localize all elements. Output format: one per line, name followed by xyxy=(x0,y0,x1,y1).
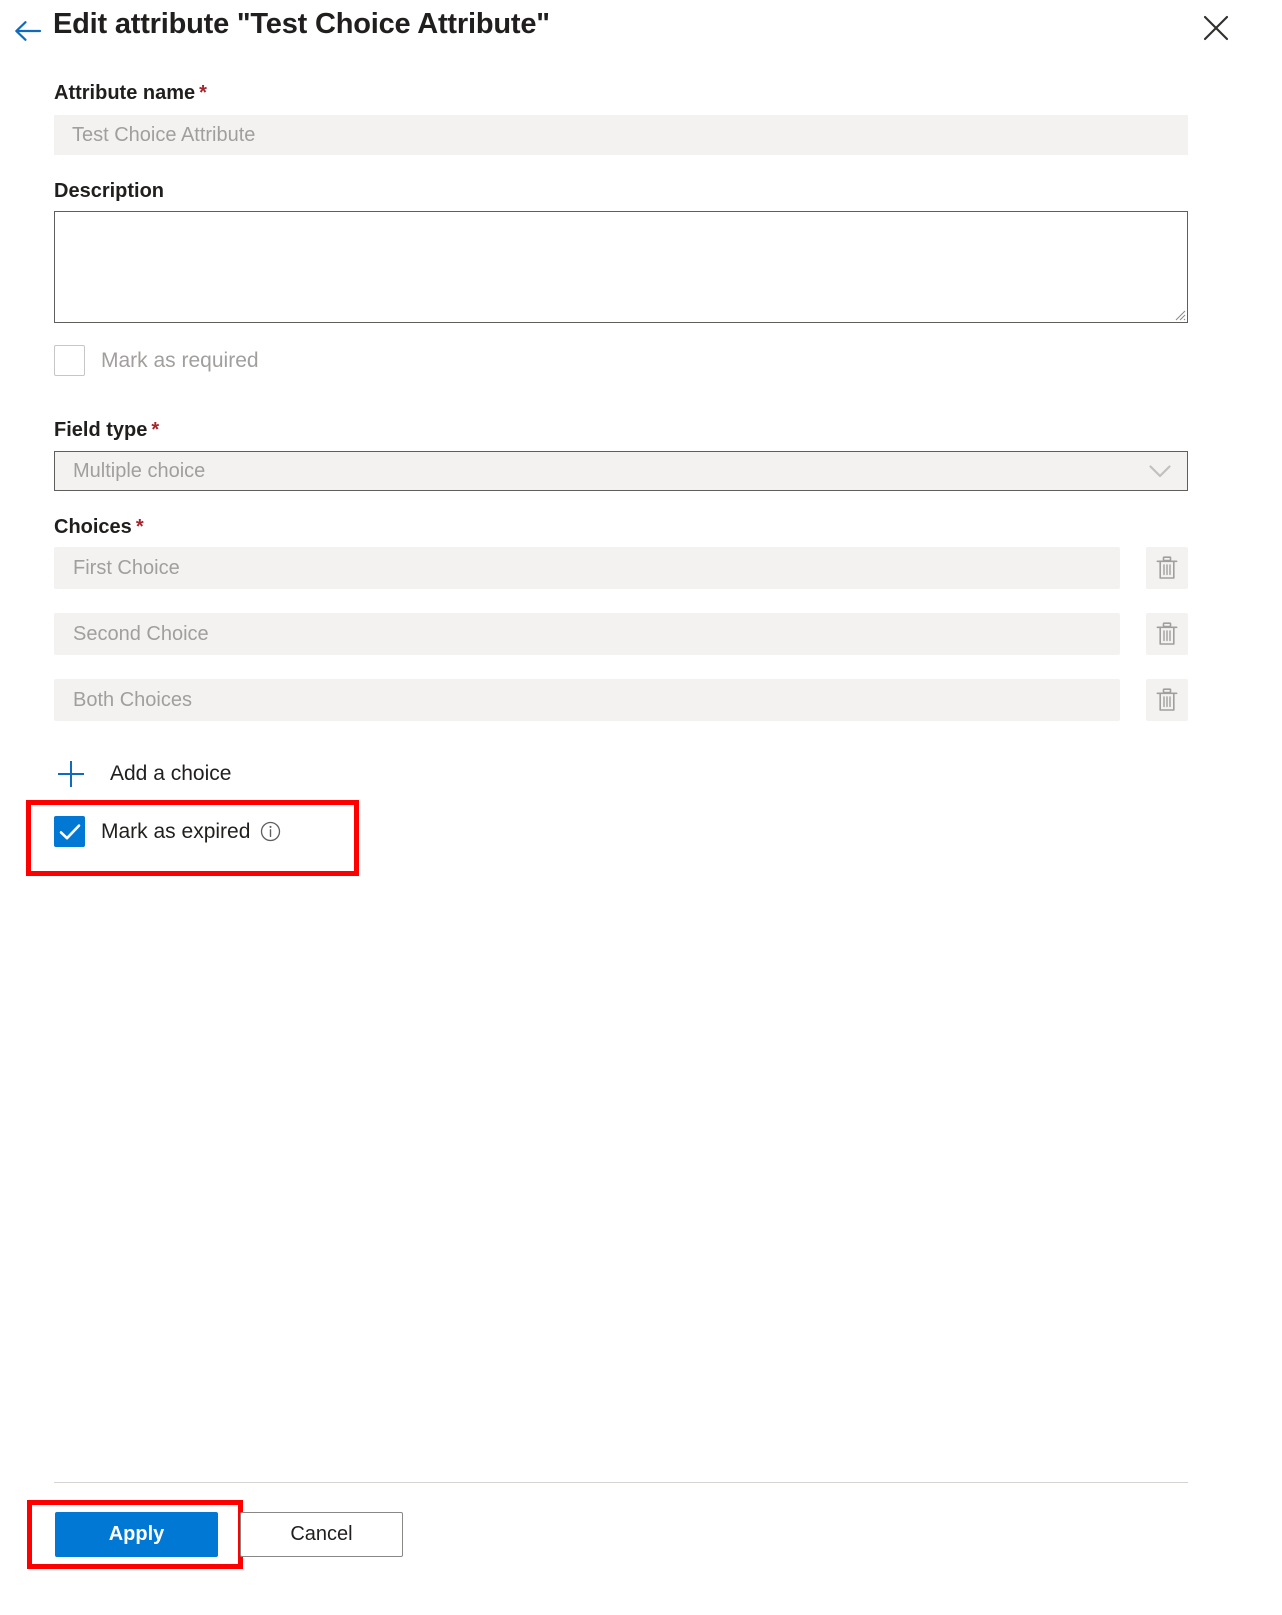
choice-row: First Choice xyxy=(54,547,1188,589)
choices-required-star: * xyxy=(135,516,144,538)
trash-icon[interactable] xyxy=(1146,547,1188,589)
panel-header: Edit attribute "Test Choice Attribute" xyxy=(0,0,1282,62)
mark-as-required-checkbox[interactable] xyxy=(54,345,85,376)
mark-as-expired-row[interactable]: Mark as expired xyxy=(54,816,281,847)
add-choice-label: Add a choice xyxy=(110,762,232,785)
footer-divider xyxy=(54,1482,1188,1483)
mark-as-required-row[interactable]: Mark as required xyxy=(54,345,259,376)
page-title: Edit attribute "Test Choice Attribute" xyxy=(53,8,550,40)
attribute-name-label-text: Attribute name xyxy=(54,82,196,104)
mark-as-required-label: Mark as required xyxy=(101,348,259,372)
choice-placeholder: First Choice xyxy=(73,556,180,579)
plus-icon xyxy=(54,757,88,791)
trash-icon[interactable] xyxy=(1146,613,1188,655)
description-label: Description xyxy=(54,180,164,203)
choice-placeholder: Both Choices xyxy=(73,688,192,711)
info-icon[interactable] xyxy=(260,821,281,842)
choice-row: Second Choice xyxy=(54,613,1188,655)
edit-attribute-panel: Edit attribute "Test Choice Attribute" A… xyxy=(0,0,1282,1615)
choice-input[interactable]: Both Choices xyxy=(54,679,1120,721)
description-label-text: Description xyxy=(54,180,165,202)
field-type-required-star: * xyxy=(151,419,160,441)
apply-button[interactable]: Apply xyxy=(55,1512,218,1557)
choice-input[interactable]: First Choice xyxy=(54,547,1120,589)
attribute-name-required-star: * xyxy=(199,82,207,104)
field-type-dropdown[interactable]: Multiple choice xyxy=(54,451,1188,491)
mark-as-expired-checkbox[interactable] xyxy=(54,816,85,847)
cancel-button[interactable]: Cancel xyxy=(240,1512,403,1557)
chevron-down-icon[interactable] xyxy=(1147,463,1173,479)
close-icon[interactable] xyxy=(1198,10,1234,46)
choices-label: Choices * xyxy=(54,516,144,539)
attribute-name-label: Attribute name * xyxy=(54,82,207,105)
mark-as-expired-label: Mark as expired xyxy=(101,819,251,843)
choice-placeholder: Second Choice xyxy=(73,622,209,645)
attribute-name-placeholder: Test Choice Attribute xyxy=(72,123,256,146)
add-choice-button[interactable]: Add a choice xyxy=(54,754,231,794)
attribute-name-input[interactable]: Test Choice Attribute xyxy=(54,115,1188,155)
choice-input[interactable]: Second Choice xyxy=(54,613,1120,655)
field-type-label-text: Field type xyxy=(54,419,148,441)
resize-grip-icon[interactable] xyxy=(1174,309,1186,321)
choices-label-text: Choices xyxy=(54,516,132,538)
field-type-label: Field type * xyxy=(54,419,159,442)
back-arrow-icon[interactable] xyxy=(10,14,46,48)
description-textarea[interactable] xyxy=(54,211,1188,323)
trash-icon[interactable] xyxy=(1146,679,1188,721)
field-type-selected-value: Multiple choice xyxy=(73,459,206,482)
choice-row: Both Choices xyxy=(54,679,1188,721)
description-value xyxy=(55,212,1187,228)
